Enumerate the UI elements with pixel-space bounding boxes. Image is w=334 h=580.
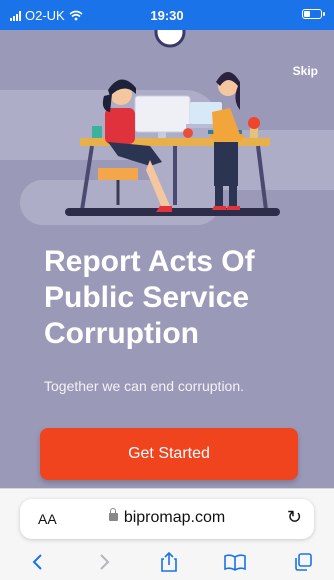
- headline-line-2: Public Service: [44, 281, 250, 314]
- status-time: 19:30: [150, 8, 184, 23]
- get-started-button[interactable]: Get Started: [40, 428, 298, 480]
- browser-toolbar: [0, 547, 334, 577]
- reload-icon[interactable]: ↻: [287, 507, 302, 528]
- address-bar[interactable]: AA bipromap.com ↻: [20, 499, 314, 539]
- url-field[interactable]: bipromap.com: [20, 508, 314, 527]
- headline-line-3: Corruption: [44, 317, 199, 350]
- status-bar: O2-UK 19:30: [0, 0, 334, 30]
- office-illustration: [65, 30, 280, 216]
- skip-button[interactable]: Skip: [293, 64, 318, 78]
- bookmarks-icon[interactable]: [220, 549, 250, 575]
- battery-icon: [302, 9, 325, 19]
- lock-icon: [108, 508, 118, 521]
- tabs-icon[interactable]: [288, 549, 318, 575]
- share-icon[interactable]: [154, 549, 184, 575]
- headline: Report Acts Of Public Service Corruption: [44, 244, 304, 352]
- battery-fill: [304, 11, 311, 17]
- onboarding-screen: Skip Report Acts Of Public Service Corru…: [0, 30, 334, 488]
- headline-line-1: Report Acts Of: [44, 245, 255, 278]
- back-icon[interactable]: [22, 549, 52, 575]
- forward-icon[interactable]: [90, 549, 120, 575]
- browser-bar: AA bipromap.com ↻: [0, 488, 334, 580]
- url-text: bipromap.com: [123, 509, 226, 526]
- subtitle: Together we can end corruption.: [44, 378, 245, 394]
